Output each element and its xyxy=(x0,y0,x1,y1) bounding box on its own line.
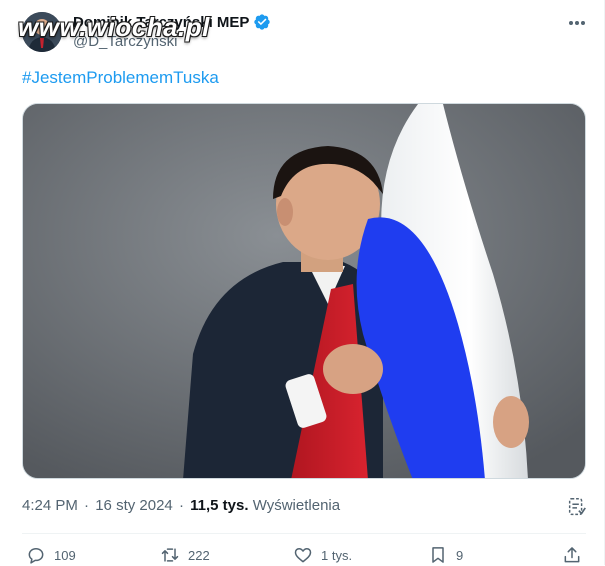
hashtag-link[interactable]: #JestemProblememTuska xyxy=(22,68,219,88)
media-photo xyxy=(23,104,585,478)
like-count: 1 tys. xyxy=(321,547,353,563)
bookmark-icon xyxy=(432,547,444,563)
views-count: 11,5 tys. xyxy=(190,497,249,514)
bookmark-count: 9 xyxy=(456,547,464,563)
reply-button[interactable]: 109 xyxy=(26,544,76,566)
tweet-card: Dominik Tarczyński MEP @D_Tarczynski www… xyxy=(0,0,605,565)
tweet-meta: 4:24 PM · 16 sty 2024 · 11,5 tys. Wyświe… xyxy=(22,497,340,514)
meta-separator: · xyxy=(178,497,184,514)
views-label: Wyświetlenia xyxy=(252,497,341,514)
verified-badge-icon xyxy=(254,14,270,30)
retweet-button[interactable]: 222 xyxy=(160,544,210,566)
analytics-icon[interactable] xyxy=(566,496,588,518)
watermark: www.wiocha.pl xyxy=(18,12,210,42)
reply-count: 109 xyxy=(54,547,76,563)
reply-icon xyxy=(28,548,44,564)
share-button[interactable] xyxy=(562,544,590,566)
tweet-time[interactable]: 4:24 PM xyxy=(22,497,78,514)
more-dots-icon[interactable] xyxy=(563,12,591,34)
like-button[interactable]: 1 tys. xyxy=(293,544,352,566)
tweet-date[interactable]: 16 sty 2024 xyxy=(95,497,173,514)
share-icon xyxy=(564,547,580,563)
tweet-media-image[interactable] xyxy=(22,103,586,479)
meta-separator: · xyxy=(84,497,90,514)
retweet-icon xyxy=(161,548,179,562)
divider xyxy=(22,533,586,534)
like-icon xyxy=(294,548,312,563)
retweet-count: 222 xyxy=(188,547,210,563)
bookmark-button[interactable]: 9 xyxy=(428,544,463,566)
